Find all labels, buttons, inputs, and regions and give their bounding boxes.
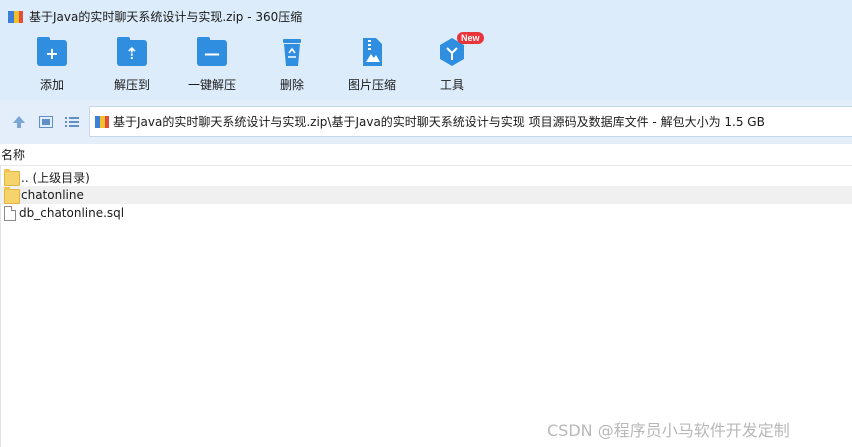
delete-button[interactable]: 删除 [257,36,327,98]
address-bar[interactable]: 基于Java的实时聊天系统设计与实现.zip\基于Java的实时聊天系统设计与实… [89,106,852,137]
quick-extract-button[interactable]: — 一键解压 [177,36,247,98]
list-item-label: chatonline [21,188,84,202]
tools-button-label: 工具 [439,78,464,92]
folder-icon [4,169,20,186]
add-button[interactable]: + 添加 [17,36,87,98]
window-title: 基于Java的实时聊天系统设计与实现.zip - 360压缩 [29,9,303,24]
extract-to-button-label: 解压到 [113,78,150,92]
thumbnail-view-icon[interactable] [38,114,54,130]
column-header-name[interactable]: 名称 [0,144,852,166]
file-list: .. (上级目录) chatonline db_chatonline.sql [0,168,852,222]
list-view-icon[interactable] [64,114,80,130]
address-row: 基于Java的实时聊天系统设计与实现.zip\基于Java的实时聊天系统设计与实… [0,100,852,144]
image-compress-button[interactable]: 图片压缩 [337,36,407,98]
folder-icon [4,187,20,204]
up-arrow-icon[interactable] [11,114,27,130]
address-path: 基于Java的实时聊天系统设计与实现.zip\基于Java的实时聊天系统设计与实… [113,115,765,129]
archive-window: 基于Java的实时聊天系统设计与实现.zip - 360压缩 + 添加 ⇡ 解压… [0,0,852,447]
archive-path-icon [95,115,109,129]
recycle-bin-icon [275,36,309,68]
toolbar: + 添加 ⇡ 解压到 — 一键解压 删除 图片压缩 New 工具 [0,32,852,100]
quick-extract-button-label: 一键解压 [187,78,236,92]
extract-to-folder-icon: ⇡ [115,36,149,68]
list-item-db-chatonline-sql[interactable]: db_chatonline.sql [0,204,852,222]
add-button-label: 添加 [39,78,64,92]
column-header-label: 名称 [1,148,26,162]
list-item-parent-directory[interactable]: .. (上级目录) [0,168,852,186]
quick-extract-folder-icon: — [195,36,229,68]
list-item-chatonline[interactable]: chatonline [0,186,852,204]
title-bar: 基于Java的实时聊天系统设计与实现.zip - 360压缩 [0,0,852,32]
image-compress-button-label: 图片压缩 [347,78,396,92]
list-item-label: .. (上级目录) [21,170,90,185]
add-folder-icon: + [35,36,69,68]
new-badge: New [457,32,484,44]
watermark: CSDN @程序员小马软件开发定制 [547,421,790,440]
list-item-label: db_chatonline.sql [19,206,125,220]
delete-button-label: 删除 [279,78,304,92]
extract-to-button[interactable]: ⇡ 解压到 [97,36,167,98]
tools-button[interactable]: New 工具 [417,32,487,98]
file-icon [4,205,16,221]
image-compress-icon [355,36,389,68]
archive-app-icon [8,9,23,24]
tools-cube-icon: New [435,32,484,68]
